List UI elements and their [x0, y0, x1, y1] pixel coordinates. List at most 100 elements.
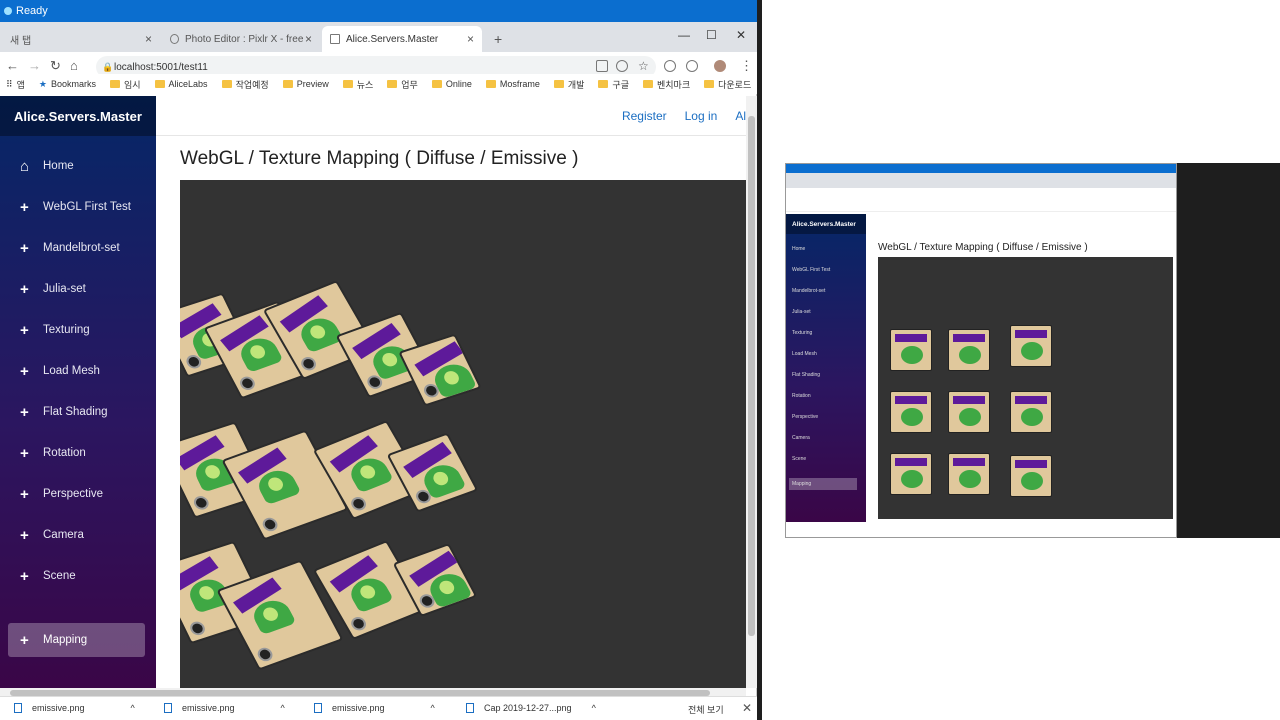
extension-icon[interactable]	[686, 60, 698, 72]
bookmark-folder[interactable]: Mosframe	[485, 79, 540, 89]
home-browser-icon[interactable]: ⌂	[70, 58, 78, 73]
thumb-cube	[948, 391, 990, 433]
brand-link[interactable]: Alice.Servers.Master	[0, 96, 156, 136]
thumbnail-screenshot: Alice.Servers.Master Home WebGL First Te…	[785, 163, 1177, 538]
thumb-webgl-canvas	[878, 257, 1173, 519]
register-link[interactable]: Register	[622, 109, 667, 123]
webgl-canvas[interactable]	[180, 180, 746, 688]
sidebar-item-mapping[interactable]: + Mapping	[8, 623, 145, 657]
vertical-scrollbar[interactable]	[746, 96, 757, 688]
thumb-cube	[890, 329, 932, 371]
thumb-status-bar	[786, 164, 1176, 173]
tab-photo-editor[interactable]: Photo Editor : Pixlr X - free ima ×	[162, 26, 320, 52]
bookmark-bookmarks[interactable]: ★ Bookmarks	[39, 79, 96, 90]
home-icon: ⌂	[20, 157, 30, 175]
login-link[interactable]: Log in	[685, 109, 718, 123]
sidebar-item-scene[interactable]: + Scene	[8, 559, 145, 593]
thumb-nav-item: Camera	[792, 435, 810, 441]
forward-icon[interactable]: →	[28, 58, 41, 73]
thumb-code-editor	[1177, 163, 1280, 538]
top-nav: Register Log in Al	[156, 96, 746, 136]
chevron-up-icon[interactable]: ^	[592, 703, 596, 713]
folder-icon	[553, 80, 564, 88]
sidebar-item-mandelbrot-set[interactable]: + Mandelbrot-set	[8, 231, 145, 265]
bookmarks-bar: ⠿ 앱 ★ Bookmarks 임시 AliceLabs 작업예정 Preview …	[0, 74, 770, 94]
sidebar-item-flat-shading[interactable]: + Flat Shading	[8, 395, 145, 429]
bookmark-folder[interactable]: 업무	[387, 78, 418, 91]
bookmark-folder[interactable]: 임시	[109, 78, 141, 91]
bookmark-folder[interactable]: 뉴스	[342, 78, 373, 91]
plus-icon: +	[20, 280, 29, 298]
thumb-brand: Alice.Servers.Master	[786, 214, 866, 234]
close-window-icon[interactable]: ✕	[736, 28, 746, 42]
sidebar-item-julia-set[interactable]: + Julia-set	[8, 272, 145, 306]
zoom-icon[interactable]	[616, 60, 628, 72]
thumb-cube	[948, 329, 990, 371]
plus-icon: +	[20, 362, 29, 380]
maximize-icon[interactable]: ☐	[706, 28, 717, 42]
plus-icon: +	[20, 526, 29, 544]
thumb-cube	[890, 391, 932, 433]
thumb-tab-strip	[786, 173, 1176, 188]
minimize-icon[interactable]: —	[678, 28, 690, 42]
download-item[interactable]: emissive.png ^	[164, 703, 285, 713]
tab-alice-servers[interactable]: Alice.Servers.Master ×	[322, 26, 482, 52]
sidebar-item-camera[interactable]: + Camera	[8, 518, 145, 552]
folder-icon	[282, 80, 293, 88]
sidebar-item-rotation[interactable]: + Rotation	[8, 436, 145, 470]
lock-icon: 🔒	[102, 61, 114, 72]
menu-kebab-icon[interactable]: ⋮	[740, 58, 753, 74]
thumb-nav-item: Texturing	[792, 330, 813, 336]
download-item[interactable]: emissive.png ^	[14, 703, 135, 713]
file-icon	[164, 703, 172, 713]
bookmark-folder[interactable]: 작업예정	[221, 78, 269, 91]
bookmark-folder[interactable]: Online	[431, 79, 472, 89]
scrollbar-thumb[interactable]	[748, 116, 755, 636]
bookmark-folder[interactable]: 다운로드	[704, 78, 751, 91]
bookmark-folder[interactable]: 벤치마크	[642, 78, 690, 91]
bookmark-folder[interactable]: 개발	[553, 78, 584, 91]
plus-icon: +	[20, 485, 29, 503]
thumb-nav-item: Load Mesh	[792, 351, 817, 357]
page-icon	[330, 34, 340, 44]
folder-icon	[431, 80, 442, 88]
bookmark-folder[interactable]: AliceLabs	[154, 79, 208, 89]
back-icon[interactable]: ←	[6, 58, 19, 73]
download-item[interactable]: emissive.png ^	[314, 703, 435, 713]
star-icon[interactable]: ☆	[638, 59, 649, 73]
about-link[interactable]: Al	[735, 109, 746, 123]
close-tab-icon[interactable]: ×	[467, 32, 474, 46]
tab-new[interactable]: 새 탭 ×	[2, 26, 160, 52]
translate-icon[interactable]	[596, 60, 608, 72]
bookmark-folder[interactable]: 구글	[598, 78, 629, 91]
close-tab-icon[interactable]: ×	[145, 32, 152, 46]
bookmark-folder[interactable]: Preview	[282, 79, 329, 89]
thumb-cube	[948, 453, 990, 495]
chevron-up-icon[interactable]: ^	[131, 703, 135, 713]
thumb-nav-item: Perspective	[792, 414, 819, 420]
close-download-shelf-icon[interactable]: ✕	[742, 701, 752, 715]
sidebar-item-webgl-first-test[interactable]: + WebGL First Test	[8, 190, 145, 224]
extension-icon[interactable]	[664, 60, 676, 72]
thumb-cube	[890, 453, 932, 495]
new-tab-button[interactable]: +	[486, 26, 506, 52]
show-all-downloads-button[interactable]: 전체 보기	[688, 703, 724, 716]
chevron-up-icon[interactable]: ^	[431, 703, 435, 713]
close-tab-icon[interactable]: ×	[305, 32, 312, 46]
file-icon	[314, 703, 322, 713]
globe-icon	[170, 34, 179, 44]
thumb-omnibar	[786, 188, 1176, 212]
sidebar-item-texturing[interactable]: + Texturing	[8, 313, 145, 347]
chevron-up-icon[interactable]: ^	[281, 703, 285, 713]
sidebar-item-load-mesh[interactable]: + Load Mesh	[8, 354, 145, 388]
avatar[interactable]	[714, 60, 726, 72]
reload-icon[interactable]: ↻	[50, 58, 61, 74]
bookmark-apps[interactable]: ⠿ 앱	[6, 78, 25, 91]
sidebar-item-perspective[interactable]: + Perspective	[8, 477, 145, 511]
file-icon	[14, 703, 22, 713]
file-icon	[466, 703, 474, 713]
star-icon: ★	[38, 78, 47, 89]
download-item[interactable]: Cap 2019-12-27...png ^	[466, 703, 596, 713]
sidebar-item-home[interactable]: ⌂ Home	[8, 149, 145, 183]
plus-icon: +	[20, 321, 29, 339]
